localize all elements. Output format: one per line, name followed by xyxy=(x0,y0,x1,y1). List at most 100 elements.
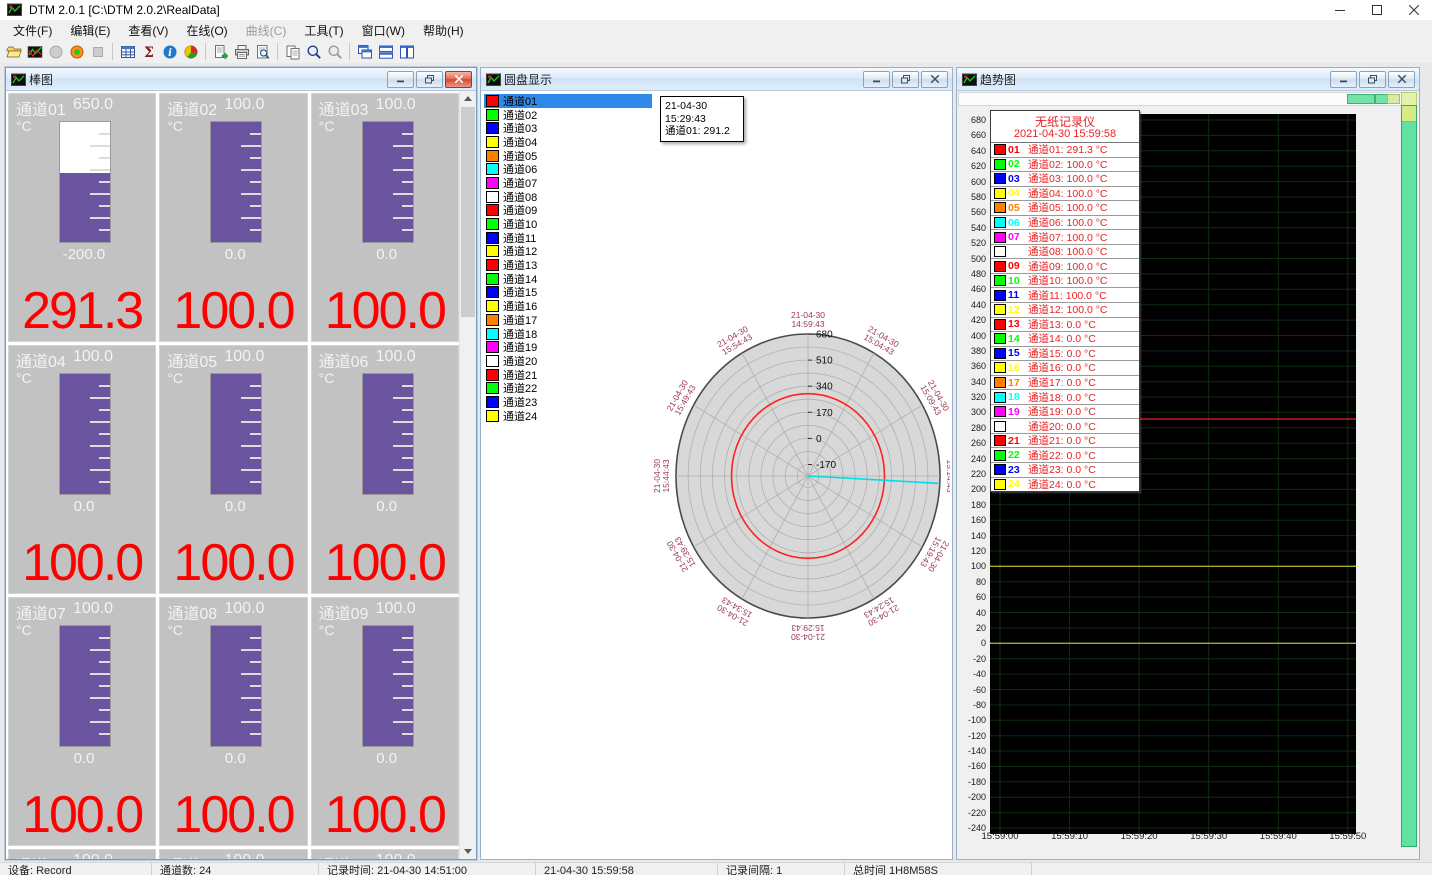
y-axis-tick: 660 xyxy=(957,130,986,140)
gauge-tick xyxy=(250,157,261,159)
unit-label: °C xyxy=(319,370,335,386)
bar-gauge xyxy=(210,625,262,747)
scrollbar-thumb[interactable] xyxy=(461,107,475,317)
y-axis-tick: 460 xyxy=(957,284,986,294)
scroll-down-button[interactable] xyxy=(460,844,476,859)
y-axis-tick: 580 xyxy=(957,192,986,202)
window-icon xyxy=(962,72,976,86)
x-axis-tick: 15:59:20 xyxy=(1109,831,1169,842)
menu-item-1[interactable]: 文件(F) xyxy=(4,20,61,41)
gauge-tick xyxy=(99,133,110,135)
print-preview-icon[interactable] xyxy=(253,42,272,61)
legend-channel-number: 14 xyxy=(1008,333,1028,345)
channel-label: 通道05 xyxy=(167,348,217,372)
hscroll-button[interactable] xyxy=(1387,94,1400,104)
y-axis-tick: -60 xyxy=(957,685,986,695)
gauge-tick xyxy=(402,661,413,663)
menu-item-2[interactable]: 编辑(E) xyxy=(61,20,119,41)
data-table-icon[interactable] xyxy=(118,42,137,61)
gauge-tick xyxy=(90,217,110,219)
y-axis-tick: 340 xyxy=(957,377,986,387)
disc-window-close-button[interactable] xyxy=(921,71,948,88)
gauge-header: 通道06100.0 xyxy=(319,348,456,372)
scroll-up-button[interactable] xyxy=(460,91,476,106)
legend-row: 07通道07: 100.0 °C xyxy=(991,230,1139,245)
tile-horizontal-icon[interactable] xyxy=(376,42,395,61)
data-tooltip: 21-04-30 15:29:43 通道01: 291.2 xyxy=(660,96,744,142)
legend-channel-number: 08 xyxy=(1008,246,1028,258)
copy-icon[interactable] xyxy=(283,42,302,61)
menu-item-4[interactable]: 在线(O) xyxy=(177,20,236,41)
bar-window-minimize-button[interactable] xyxy=(387,71,414,88)
tile-vertical-icon[interactable] xyxy=(397,42,416,61)
gauge-tick xyxy=(99,409,110,411)
channel-list-item[interactable]: 通道24 xyxy=(484,409,652,423)
record-active-icon[interactable] xyxy=(67,42,86,61)
gauge-tick xyxy=(241,673,261,675)
legend-channel-value: 通道19: 0.0 °C xyxy=(1028,405,1096,419)
channel-color-swatch xyxy=(486,163,499,175)
gauge-tick xyxy=(393,445,413,447)
open-folder-icon[interactable] xyxy=(4,42,23,61)
trend-window-restore-button[interactable] xyxy=(1359,71,1386,88)
trend-window-close-button[interactable] xyxy=(1388,71,1415,88)
disc-window-restore-button[interactable] xyxy=(892,71,919,88)
hscroll-thumb[interactable] xyxy=(1347,94,1375,104)
gauge-fill xyxy=(60,173,110,242)
gauge-value: 100.0 xyxy=(312,285,458,337)
range-min: 0.0 xyxy=(312,750,459,767)
y-axis-tick: 0 xyxy=(957,638,986,648)
minimize-button[interactable] xyxy=(1321,0,1358,20)
close-button[interactable] xyxy=(1395,0,1432,20)
legend-color-swatch xyxy=(994,144,1006,155)
disc-window-titlebar[interactable]: 圆盘显示 xyxy=(481,68,952,91)
bar-gauge-cell: 通道03100.0°C0.0100.0 xyxy=(311,93,459,342)
channel-color-swatch xyxy=(486,204,499,216)
legend-channel-value: 通道10: 100.0 °C xyxy=(1028,274,1108,288)
y-axis-tick: 280 xyxy=(957,423,986,433)
maximize-button[interactable] xyxy=(1358,0,1395,20)
bar-gauge-cell: 通道08100.0°C0.0100.0 xyxy=(159,597,307,846)
gauge-value: 100.0 xyxy=(312,537,458,589)
gauge-tick xyxy=(90,469,110,471)
statistics-sigma-icon[interactable]: Σ xyxy=(139,42,158,61)
bar-window-close-button[interactable] xyxy=(445,71,472,88)
bar-window-titlebar[interactable]: 棒图 xyxy=(6,68,476,91)
info-icon[interactable]: i xyxy=(160,42,179,61)
zoom-icon[interactable] xyxy=(304,42,323,61)
legend-row: 03通道03: 100.0 °C xyxy=(991,172,1139,187)
gauge-tick xyxy=(250,181,261,183)
cascade-windows-icon[interactable] xyxy=(355,42,374,61)
disc-window-minimize-button[interactable] xyxy=(863,71,890,88)
svg-text:-170: -170 xyxy=(816,460,836,471)
bar-window-scrollbar[interactable] xyxy=(459,91,476,859)
legend-channel-number: 20 xyxy=(1008,420,1028,432)
menu-item-6[interactable]: 工具(T) xyxy=(295,20,352,41)
trend-legend: 无纸记录仪 2021-04-30 15:59:58 01通道01: 291.3 … xyxy=(990,110,1140,492)
trend-vertical-scrollbar[interactable] xyxy=(1401,105,1417,847)
gauge-tick xyxy=(393,193,413,195)
gauge-tick xyxy=(402,481,413,483)
channel-color-swatch xyxy=(486,259,499,271)
export-icon[interactable] xyxy=(211,42,230,61)
trend-window-minimize-button[interactable] xyxy=(1330,71,1357,88)
legend-row: 11通道11: 100.0 °C xyxy=(991,288,1139,303)
trend-horizontal-scrollbar[interactable] xyxy=(958,92,1402,106)
gauge-tick xyxy=(99,685,110,687)
trend-chart-window: 趋势图 无纸记录仪 2021-04-30 15:59:58 01通道01: 29… xyxy=(956,67,1420,860)
gauge-tick xyxy=(393,397,413,399)
menu-item-7[interactable]: 窗口(W) xyxy=(353,20,414,41)
print-icon[interactable] xyxy=(232,42,251,61)
menu-item-8[interactable]: 帮助(H) xyxy=(414,20,473,41)
gauge-tick xyxy=(250,409,261,411)
vscroll-thumb[interactable] xyxy=(1402,106,1416,122)
gauge-tick xyxy=(250,229,261,231)
legend-color-swatch xyxy=(994,275,1006,286)
pie-chart-icon[interactable] xyxy=(181,42,200,61)
tooltip-value: 通道01: 291.2 xyxy=(665,125,739,138)
realtime-data-icon[interactable] xyxy=(25,42,44,61)
svg-text:21-04-3015:34:43: 21-04-3015:34:43 xyxy=(715,595,754,629)
bar-window-restore-button[interactable] xyxy=(416,71,443,88)
menu-item-3[interactable]: 查看(V) xyxy=(119,20,177,41)
trend-window-titlebar[interactable]: 趋势图 xyxy=(957,68,1419,91)
